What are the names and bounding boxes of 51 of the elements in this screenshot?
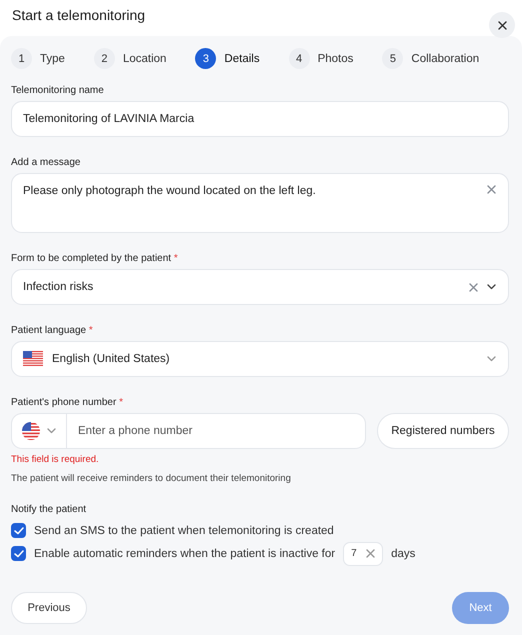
step-tab[interactable]: 2 Location <box>94 48 166 69</box>
step-label: Details <box>224 52 260 64</box>
hint-text: The patient will receive reminders to document their telemonitoring <box>11 473 292 484</box>
step-tab[interactable]: 3 Details <box>195 48 260 69</box>
field-label: Patient's phone number * <box>11 397 124 408</box>
step-number: 5 <box>382 48 404 69</box>
language-select[interactable]: English (United States) <box>11 341 509 377</box>
text-field[interactable]: Telemonitoring of LAVINIA Marcia <box>11 101 509 137</box>
check-icon <box>14 550 24 558</box>
field-label: Patient language * <box>11 325 94 336</box>
step-tab[interactable]: 5 Collaboration <box>382 48 480 69</box>
field-label: Telemonitoring name <box>11 85 105 96</box>
unit-label: days <box>391 548 416 560</box>
required-mark: * <box>88 325 93 336</box>
message-field[interactable]: Please only photograph the wound located on the left leg. <box>11 173 509 233</box>
checkbox-label: Enable automatic reminders when the patient is inactive for <box>34 548 336 560</box>
clear-icon <box>366 549 376 558</box>
step-label: Type <box>40 52 65 64</box>
form-select[interactable]: Infection risks <box>11 269 509 305</box>
step-number: 4 <box>288 48 310 69</box>
checkbox[interactable] <box>11 546 26 561</box>
required-mark: * <box>174 253 178 264</box>
previous-button[interactable]: Previous <box>11 592 87 624</box>
field-label: Form to be completed by the patient * <box>11 253 179 264</box>
step-label: Location <box>122 52 166 64</box>
step-number: 3 <box>195 48 216 69</box>
step-label: Collaboration <box>411 52 480 64</box>
step-number: 2 <box>94 48 115 69</box>
step-number: 1 <box>11 48 32 69</box>
step-tab[interactable]: 1 Type <box>11 48 65 69</box>
days-input[interactable]: 7 <box>343 542 384 566</box>
step-label: Photos <box>318 52 354 64</box>
us-flag-icon <box>23 351 43 367</box>
window-title: Start a telemonitoring <box>12 7 146 23</box>
phone-input[interactable]: Enter a phone number <box>66 413 366 449</box>
close-button[interactable] <box>489 12 515 38</box>
checkbox-label: Send an SMS to the patient when telemonitoring is created <box>34 524 334 536</box>
country-select[interactable] <box>11 413 66 449</box>
us-flag-icon <box>22 422 40 440</box>
field-label: Add a message <box>11 157 82 168</box>
step-tab[interactable]: 4 Photos <box>288 48 354 69</box>
clear-icon <box>498 20 506 30</box>
chevron-down-icon <box>487 284 496 290</box>
chevron-down-icon <box>47 428 56 434</box>
registered-numbers-button[interactable]: Registered numbers <box>377 413 509 449</box>
chevron-down-icon <box>487 356 496 362</box>
required-mark: * <box>119 397 123 408</box>
checkbox[interactable] <box>11 523 26 538</box>
check-icon <box>14 526 24 534</box>
section-label: Notify the patient <box>11 504 88 515</box>
error-message: This field is required. <box>11 454 100 465</box>
